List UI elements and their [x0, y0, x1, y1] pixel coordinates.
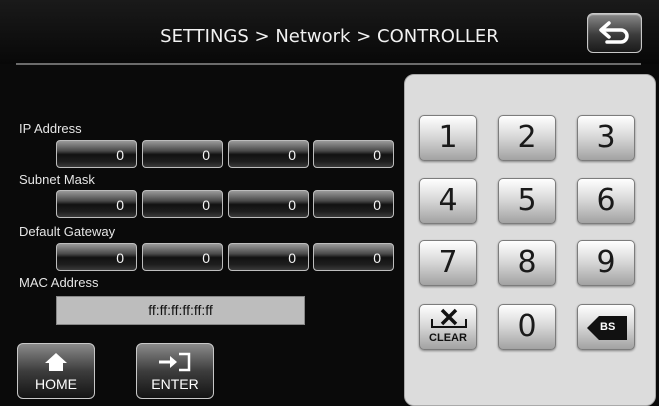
backspace-key-label: BS: [600, 321, 616, 333]
backspace-key[interactable]: BS: [577, 304, 635, 350]
key-7[interactable]: 7: [419, 240, 477, 286]
enter-label: ENTER: [151, 376, 199, 392]
mac-address-label: MAC Address: [19, 275, 99, 290]
subnet-octet-3[interactable]: 0: [228, 190, 309, 218]
subnet-octet-1-value: 0: [116, 197, 124, 213]
key-9-label: 9: [596, 245, 616, 280]
gateway-octet-2-value: 0: [202, 250, 210, 266]
ip-octet-4[interactable]: 0: [313, 140, 394, 168]
key-5-label: 5: [517, 183, 537, 218]
header-divider: [16, 63, 641, 65]
page-title: SETTINGS > Network > CONTROLLER: [160, 26, 499, 47]
default-gateway-label: Default Gateway: [19, 224, 116, 239]
gateway-octet-1-value: 0: [116, 250, 124, 266]
ip-address-label: IP Address: [19, 121, 82, 136]
subnet-octet-4[interactable]: 0: [313, 190, 394, 218]
clear-key[interactable]: CLEAR: [419, 304, 477, 350]
key-4-label: 4: [438, 183, 458, 218]
ip-octet-1[interactable]: 0: [56, 140, 137, 168]
subnet-octet-4-value: 0: [373, 197, 381, 213]
ip-octet-4-value: 0: [373, 147, 381, 163]
subnet-octet-2-value: 0: [202, 197, 210, 213]
key-9[interactable]: 9: [577, 240, 635, 286]
gateway-octet-3-value: 0: [288, 250, 296, 266]
key-8-label: 8: [517, 245, 537, 280]
mac-address-value: ff:ff:ff:ff:ff:ff: [56, 296, 305, 325]
subnet-octet-2[interactable]: 0: [142, 190, 223, 218]
enter-icon: [159, 352, 191, 372]
key-8[interactable]: 8: [498, 240, 556, 286]
gateway-octet-4[interactable]: 0: [313, 243, 394, 271]
home-button[interactable]: HOME: [17, 343, 95, 399]
key-0-label: 0: [517, 309, 537, 344]
gateway-octet-1[interactable]: 0: [56, 243, 137, 271]
subnet-mask-label: Subnet Mask: [19, 172, 95, 187]
key-6[interactable]: 6: [577, 178, 635, 224]
x-icon: [431, 308, 467, 328]
key-7-label: 7: [438, 245, 458, 280]
header-bar: SETTINGS > Network > CONTROLLER: [0, 0, 659, 64]
back-button[interactable]: [587, 13, 642, 53]
gateway-octet-2[interactable]: 0: [142, 243, 223, 271]
subnet-octet-3-value: 0: [288, 197, 296, 213]
ip-octet-1-value: 0: [116, 147, 124, 163]
numeric-keypad: 1 2 3 4 5 6 7 8 9 CLEAR 0 BS: [404, 74, 656, 406]
ip-octet-3-value: 0: [288, 147, 296, 163]
key-3-label: 3: [596, 120, 616, 155]
key-3[interactable]: 3: [577, 115, 635, 161]
clear-key-label: CLEAR: [429, 332, 467, 344]
key-6-label: 6: [596, 183, 616, 218]
gateway-octet-4-value: 0: [373, 250, 381, 266]
key-0[interactable]: 0: [498, 304, 556, 350]
gateway-octet-3[interactable]: 0: [228, 243, 309, 271]
ip-octet-2[interactable]: 0: [142, 140, 223, 168]
key-4[interactable]: 4: [419, 178, 477, 224]
key-2[interactable]: 2: [498, 115, 556, 161]
key-5[interactable]: 5: [498, 178, 556, 224]
home-icon: [45, 353, 67, 371]
enter-button[interactable]: ENTER: [136, 343, 214, 399]
home-label: HOME: [35, 376, 77, 392]
subnet-octet-1[interactable]: 0: [56, 190, 137, 218]
key-2-label: 2: [517, 120, 537, 155]
back-arrow-icon: [599, 21, 629, 44]
ip-octet-2-value: 0: [202, 147, 210, 163]
key-1-label: 1: [438, 120, 458, 155]
key-1[interactable]: 1: [419, 115, 477, 161]
ip-octet-3[interactable]: 0: [228, 140, 309, 168]
